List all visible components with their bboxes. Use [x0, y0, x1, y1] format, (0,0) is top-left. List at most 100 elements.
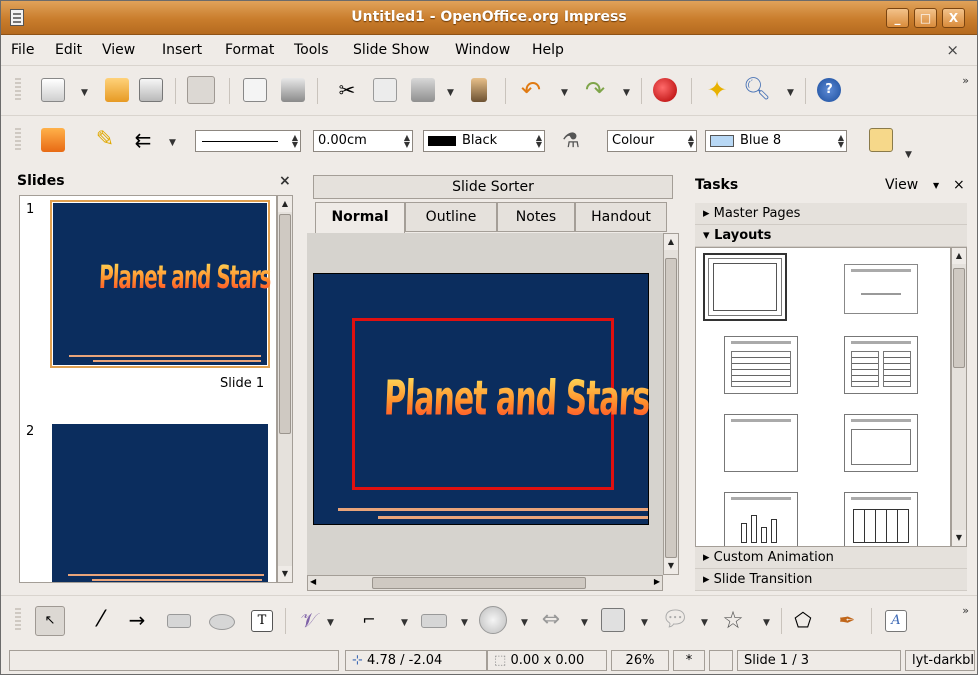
line-color-select[interactable]: Black ▲ ▼	[423, 130, 545, 152]
export-pdf-icon[interactable]	[243, 78, 267, 102]
toolbar-grip[interactable]	[15, 608, 21, 632]
menu-view[interactable]: View	[102, 42, 135, 58]
save-icon[interactable]	[139, 78, 163, 102]
line-style-dropdown-icon[interactable]: ▲ ▼	[292, 134, 298, 149]
close-slides-pane-icon[interactable]: ×	[279, 173, 291, 189]
arrow-line-tool-icon[interactable]: →	[125, 608, 149, 632]
edit-file-icon[interactable]	[187, 76, 215, 104]
paste-icon[interactable]	[411, 78, 435, 102]
area-color-select[interactable]: Blue 8 ▲ ▼	[705, 130, 847, 152]
menu-slide-show[interactable]: Slide Show	[353, 42, 429, 58]
scroll-thumb[interactable]	[665, 258, 677, 558]
slide-layout-icon[interactable]	[41, 128, 65, 152]
basic-shapes-icon[interactable]	[421, 614, 447, 628]
area-icon[interactable]: ⚗	[559, 128, 583, 152]
tab-slide-sorter[interactable]: Slide Sorter	[313, 175, 673, 199]
layout-title-slide[interactable]	[844, 258, 918, 316]
close-document-icon[interactable]: ×	[946, 41, 959, 59]
navigator-icon[interactable]: ✦	[705, 78, 729, 102]
task-master-pages[interactable]: ▸ Master Pages	[695, 203, 967, 225]
view-dropdown-icon[interactable]: ▼	[933, 181, 939, 190]
menu-format[interactable]: Format	[225, 42, 274, 58]
rectangle-tool-icon[interactable]	[167, 614, 191, 628]
maximize-button[interactable]: □	[914, 8, 937, 28]
slide-canvas[interactable]: Planet and Stars	[307, 233, 663, 575]
glue-points-icon[interactable]: ✒	[835, 608, 859, 632]
zoom-icon[interactable]: 🔍︎	[743, 78, 771, 102]
line-tool-icon[interactable]: ⁄	[89, 608, 113, 632]
tasks-view-menu[interactable]: View	[885, 177, 918, 193]
scroll-thumb[interactable]	[279, 214, 291, 434]
new-dropdown-icon[interactable]: ▼	[81, 88, 88, 98]
redo-dropdown-icon[interactable]: ▼	[623, 88, 630, 98]
arrow-style-icon[interactable]: ⇇	[131, 128, 155, 152]
layouts-scrollbar[interactable]: ▲ ▼	[951, 247, 967, 547]
flowchart-icon[interactable]	[601, 608, 625, 632]
menu-window[interactable]: Window	[455, 42, 510, 58]
area-color-dropdown-icon[interactable]: ▲ ▼	[838, 134, 844, 149]
zoom-dropdown-icon[interactable]: ▼	[787, 88, 794, 98]
print-icon[interactable]	[281, 78, 305, 102]
toolbar-overflow-icon[interactable]: »	[962, 604, 969, 617]
open-folder-icon[interactable]	[105, 78, 129, 102]
slides-scrollbar[interactable]: ▲ ▼	[277, 195, 293, 583]
curve-dropdown-icon[interactable]: ▼	[327, 618, 334, 628]
layout-title-table[interactable]	[844, 492, 918, 546]
area-style-dropdown-icon[interactable]: ▲ ▼	[688, 134, 694, 149]
layout-title-only[interactable]	[724, 414, 798, 472]
flowchart-dropdown-icon[interactable]: ▼	[641, 618, 648, 628]
connector-dropdown-icon[interactable]: ▼	[401, 618, 408, 628]
paste-dropdown-icon[interactable]: ▼	[447, 88, 454, 98]
scroll-left-icon[interactable]: ◀	[310, 577, 316, 586]
layout-title-two-content[interactable]	[844, 336, 918, 394]
shadow-icon[interactable]	[869, 128, 893, 152]
layout-title-content[interactable]	[724, 336, 798, 394]
area-style-select[interactable]: Colour ▲ ▼	[607, 130, 697, 152]
task-layouts[interactable]: ▾ Layouts	[695, 225, 967, 247]
layout-title-chart[interactable]	[724, 492, 798, 546]
block-arrows-icon[interactable]: ⇔	[539, 608, 563, 632]
menu-help[interactable]: Help	[532, 42, 564, 58]
menu-tools[interactable]: Tools	[294, 42, 329, 58]
chart-icon[interactable]	[653, 78, 677, 102]
tab-notes[interactable]: Notes	[497, 202, 575, 232]
new-document-icon[interactable]	[41, 78, 65, 102]
slide-thumbnail-2[interactable]	[52, 424, 268, 582]
status-signature[interactable]	[709, 650, 733, 671]
line-color-dropdown-icon[interactable]: ▲ ▼	[536, 134, 542, 149]
scroll-up-icon[interactable]: ▲	[278, 196, 292, 212]
select-pointer-icon[interactable]: ↖	[35, 606, 65, 636]
task-custom-animation[interactable]: ▸ Custom Animation	[695, 547, 967, 569]
canvas-hscroll[interactable]: ◀ ▶	[307, 575, 663, 591]
scroll-thumb[interactable]	[372, 577, 586, 589]
slide-title-wordart[interactable]: Planet and Stars	[383, 372, 651, 428]
fontwork-icon[interactable]: A	[885, 610, 907, 632]
menu-file[interactable]: File	[11, 42, 34, 58]
block-arrows-dropdown-icon[interactable]: ▼	[581, 618, 588, 628]
copy-icon[interactable]	[373, 78, 397, 102]
scroll-down-icon[interactable]: ▼	[278, 566, 292, 582]
slide-thumbnail-1[interactable]: Planet and Stars	[50, 200, 271, 368]
layout-blank[interactable]	[703, 253, 787, 321]
scroll-down-icon[interactable]: ▼	[952, 530, 966, 546]
line-width-spinner-icon[interactable]: ▲ ▼	[404, 134, 410, 149]
symbol-shapes-dropdown-icon[interactable]: ▼	[521, 618, 528, 628]
undo-icon[interactable]: ↶	[519, 78, 543, 102]
current-slide[interactable]: Planet and Stars	[313, 273, 651, 525]
layout-centered-text[interactable]	[844, 414, 918, 472]
curve-tool-icon[interactable]: 𝒱	[297, 608, 321, 632]
tab-outline[interactable]: Outline	[405, 202, 497, 232]
help-icon[interactable]: ?	[817, 78, 841, 102]
minimize-button[interactable]: _	[886, 8, 909, 28]
scroll-up-icon[interactable]: ▲	[952, 248, 966, 264]
scroll-right-icon[interactable]: ▶	[654, 577, 660, 586]
status-zoom[interactable]: 26%	[611, 650, 669, 671]
text-tool-icon[interactable]: T	[251, 610, 273, 632]
connector-tool-icon[interactable]: ⌐	[357, 608, 381, 632]
scroll-down-icon[interactable]: ▼	[664, 558, 678, 574]
tab-handout[interactable]: Handout	[575, 202, 667, 232]
stars-icon[interactable]: ☆	[721, 608, 745, 632]
scroll-up-icon[interactable]: ▲	[664, 234, 678, 250]
line-width-field[interactable]: 0.00cm ▲ ▼	[313, 130, 413, 152]
title-bar[interactable]: Untitled1 - OpenOffice.org Impress _ □ X	[1, 1, 977, 35]
